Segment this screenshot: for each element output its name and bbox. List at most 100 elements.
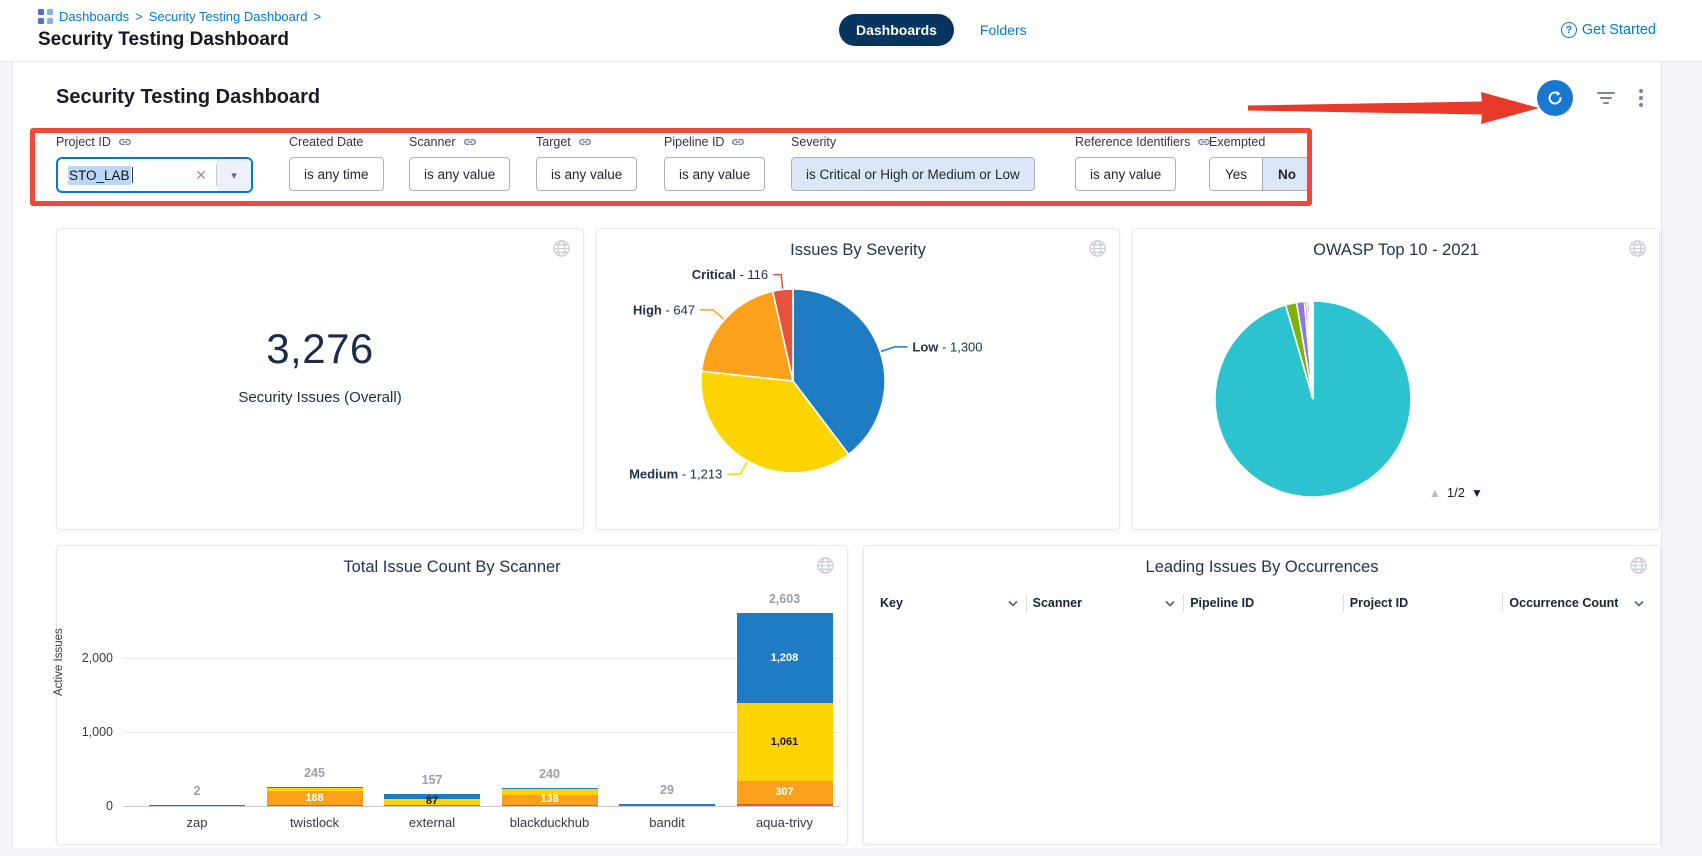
page-down-icon[interactable]: ▼ (1471, 486, 1483, 500)
get-started-link[interactable]: ? Get Started (1561, 22, 1656, 38)
filter-pipeline-id: Pipeline ID is any value (664, 134, 765, 191)
filter-severity-label: Severity (791, 135, 836, 149)
filter-severity: Severity is Critical or High or Medium o… (791, 134, 1035, 191)
project-id-value: STO_LAB (68, 166, 131, 185)
bar-twistlock[interactable]: 188 (267, 787, 363, 806)
bar-blackduckhub[interactable]: 138 (502, 788, 598, 806)
pie-label-line (727, 462, 747, 474)
severity-filter-button[interactable]: is Critical or High or Medium or Low (791, 157, 1035, 191)
table-body-empty (874, 618, 1652, 834)
help-circle-icon: ? (1561, 22, 1577, 38)
breadcrumb-current-dashboard[interactable]: Security Testing Dashboard (149, 9, 308, 24)
column-header-project-id[interactable]: Project ID (1343, 594, 1503, 612)
column-label: Key (880, 596, 903, 610)
bar-segment-low[interactable] (149, 805, 245, 806)
column-header-occurrence-count[interactable]: Occurrence Count (1502, 594, 1652, 612)
scanner-filter-button[interactable]: is any value (409, 157, 510, 191)
chart-title: Total Issue Count By Scanner (57, 558, 847, 577)
page-title: Security Testing Dashboard (56, 86, 320, 109)
bar-total-label: 2 (137, 784, 257, 798)
pie-label-line (700, 310, 723, 319)
y-axis-tick: 1,000 (61, 725, 113, 739)
filter-project-id: Project ID STO_LAB ✕ ▾ (56, 134, 253, 193)
filter-exempted: Exempted Yes No (1209, 134, 1312, 191)
stat-card-security-issues: 3,276 Security Issues (Overall) (56, 228, 584, 530)
chevron-down-icon (1634, 600, 1644, 607)
dashboard-menu-button[interactable] (1639, 86, 1643, 110)
filter-reference-identifiers-label: Reference Identifiers (1075, 135, 1190, 149)
filter-scanner-label: Scanner (409, 135, 456, 149)
filter-target: Target is any value (536, 134, 637, 191)
bar-total-label: 2,603 (725, 592, 845, 606)
bar-total-label: 157 (372, 773, 492, 787)
created-date-filter-button[interactable]: is any time (289, 157, 384, 191)
bar-total-label: 29 (607, 783, 727, 797)
dashboard-panel: Security Testing Dashboard Project ID ST… (12, 62, 1662, 848)
project-id-input[interactable]: STO_LAB ✕ ▾ (56, 157, 253, 193)
column-header-pipeline-id[interactable]: Pipeline ID (1183, 594, 1343, 612)
exempted-yes-option[interactable]: Yes (1210, 158, 1262, 190)
tab-dashboards[interactable]: Dashboards (839, 14, 954, 46)
globe-icon (1629, 556, 1648, 580)
page-indicator: 1/2 (1447, 485, 1465, 500)
column-label: Pipeline ID (1190, 596, 1254, 610)
y-axis-tick: 2,000 (61, 651, 113, 665)
clear-icon[interactable]: ✕ (186, 167, 216, 184)
tab-folders[interactable]: Folders (980, 22, 1027, 38)
severity-pie-chart: Low - 1,300Medium - 1,213High - 647Criti… (597, 257, 1121, 523)
bar-segment-value: 307 (737, 787, 833, 798)
bar-aqua-trivy[interactable]: 3071,0611,208 (737, 613, 833, 806)
bar-segment-critical[interactable] (267, 805, 363, 806)
stat-label: Security Issues (Overall) (57, 389, 583, 406)
bar-external[interactable]: 87 (384, 794, 480, 806)
owasp-top10-card: OWASP Top 10 - 2021 ▲ 1/2 ▼ (1132, 228, 1660, 530)
reference-identifiers-filter-button[interactable]: is any value (1075, 157, 1176, 191)
exempted-no-option[interactable]: No (1262, 158, 1311, 190)
pie-pagination: ▲ 1/2 ▼ (1429, 485, 1483, 500)
leading-issues-card: Leading Issues By Occurrences KeyScanner… (863, 545, 1661, 845)
link-icon (731, 135, 745, 149)
bar-segment-low[interactable] (619, 804, 715, 806)
owasp-pie-chart (1133, 259, 1661, 521)
dashboard-filter-button[interactable] (1597, 89, 1615, 107)
column-header-scanner[interactable]: Scanner (1026, 594, 1184, 612)
column-header-key[interactable]: Key (874, 594, 1026, 612)
bar-segment-value: 87 (384, 796, 480, 807)
bar-chart-plot: 01,0002,0002zap188245twistlock87157exter… (123, 596, 839, 807)
filter-bar: Project ID STO_LAB ✕ ▾ Created Date is a… (13, 128, 1661, 212)
chart-title: OWASP Top 10 - 2021 (1133, 241, 1659, 260)
filter-target-label: Target (536, 135, 571, 149)
bar-segment-medium[interactable] (267, 788, 363, 791)
pie-slice-label: Critical - 116 (692, 267, 768, 282)
breadcrumb-dashboards[interactable]: Dashboards (59, 9, 129, 24)
bar-segment-low[interactable] (267, 787, 363, 788)
breadcrumb-separator: > (135, 9, 143, 24)
pie-label-line (881, 347, 907, 351)
chevron-down-icon[interactable]: ▾ (217, 159, 251, 191)
bar-total-label: 245 (255, 766, 375, 780)
x-axis-category: aqua-trivy (715, 815, 855, 830)
text-cursor (132, 167, 133, 183)
bar-bandit[interactable] (619, 804, 715, 806)
refresh-button[interactable] (1537, 80, 1573, 116)
pie-slice-label: Low - 1,300 (912, 339, 982, 354)
filter-project-id-label: Project ID (56, 135, 111, 149)
bar-zap[interactable] (149, 805, 245, 806)
page-up-icon[interactable]: ▲ (1429, 486, 1441, 500)
pipeline-id-filter-button[interactable]: is any value (664, 157, 765, 191)
header-title: Security Testing Dashboard (38, 29, 289, 51)
bar-total-label: 240 (490, 767, 610, 781)
table-header-row: Key Scanner Pipeline ID Project IDOccurrenc… (874, 590, 1652, 616)
stat-value: 3,276 (57, 325, 583, 373)
globe-icon (552, 239, 571, 263)
bar-segment-critical[interactable] (737, 804, 833, 806)
bar-segment-low[interactable] (502, 788, 598, 789)
filter-scanner: Scanner is any value (409, 134, 510, 191)
security-testing-dashboard-page: Dashboards > Security Testing Dashboard … (0, 0, 1702, 856)
dashboards-grid-icon[interactable] (38, 9, 53, 24)
bar-segment-value: 138 (502, 794, 598, 805)
target-filter-button[interactable]: is any value (536, 157, 637, 191)
bar-segment-value: 1,208 (737, 653, 833, 664)
chevron-down-icon (1165, 600, 1175, 607)
issue-count-by-scanner-card: Total Issue Count By Scanner Active Issu… (56, 545, 848, 845)
